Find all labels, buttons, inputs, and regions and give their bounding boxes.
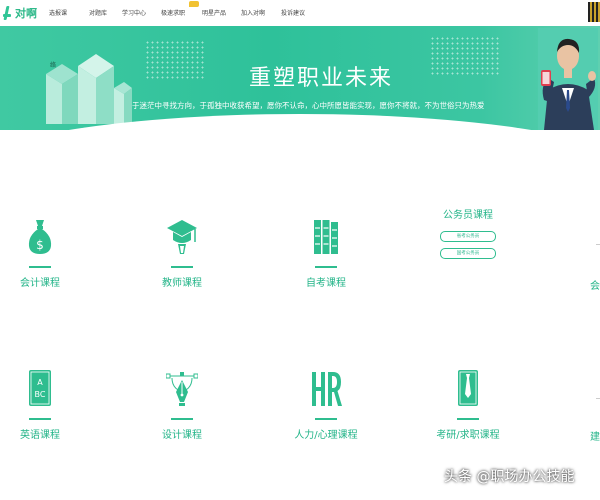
course-label: 英语课程 (20, 430, 60, 441)
svg-text:BC: BC (35, 390, 46, 399)
hr-icon (312, 372, 342, 406)
divider (29, 418, 51, 420)
banner-title: 重塑职业未来 (248, 66, 393, 91)
hot-badge (189, 1, 199, 7)
banner-subtitle: 于迷茫中寻找方向，于孤独中收获希望，愿你不认命，心中所愿皆能实现，愿你不将就，不… (132, 101, 485, 110)
hero-banner: 络 重塑职业未来 于迷茫中寻找方向，于孤独中收获希望，愿你不认命，心中所愿皆能实… (0, 26, 600, 130)
course-design[interactable]: 设计课程 (142, 368, 222, 441)
divider (171, 266, 193, 268)
money-bag-icon: $ (28, 220, 52, 254)
nav-item-learning-center[interactable]: 学习中心 (122, 8, 146, 17)
logo[interactable]: 对啊 (3, 3, 37, 23)
course-civil-service[interactable]: 公务员课程 省考公务员 国考公务员 (428, 206, 508, 259)
course-accounting[interactable]: $ 会计课程 (0, 216, 80, 289)
logo-icon (3, 5, 13, 21)
divider (457, 418, 479, 420)
edge-divider (596, 244, 600, 245)
nav-item-select-course[interactable]: 选报课 (49, 8, 67, 17)
pen-tool-icon (165, 372, 199, 406)
spokesperson-photo (538, 28, 598, 130)
logo-text: 对啊 (15, 7, 37, 20)
qr-code-icon[interactable] (588, 2, 600, 22)
course-label: 考研/求职课程 (436, 430, 500, 441)
nav-item-question-bank[interactable]: 对题库 (89, 8, 107, 17)
abc-book-icon: A BC (29, 370, 51, 406)
course-teacher[interactable]: 教师课程 (142, 216, 222, 289)
course-label: 设计课程 (162, 430, 202, 441)
tie-document-icon (458, 370, 478, 406)
graduation-cap-icon (167, 220, 197, 254)
course-postgrad[interactable]: 考研/求职课程 (428, 368, 508, 441)
divider (29, 266, 51, 268)
course-self-exam[interactable]: 自考课程 (286, 216, 366, 289)
divider (315, 418, 337, 420)
course-label: 会计课程 (20, 278, 60, 289)
course-label: 自考课程 (306, 278, 346, 289)
course-english[interactable]: A BC 英语课程 (0, 368, 80, 441)
svg-text:$: $ (36, 238, 44, 252)
course-hr[interactable]: 人力/心理课程 (286, 368, 366, 441)
course-label: 教师课程 (162, 278, 202, 289)
course-cutoff-label[interactable]: 建 (590, 428, 600, 443)
edge-divider (596, 398, 600, 399)
divider (171, 418, 193, 420)
course-civil-title: 公务员课程 (443, 210, 493, 221)
nav-item-feedback[interactable]: 投诉建议 (281, 8, 305, 17)
books-icon (314, 220, 338, 254)
nav-item-star-products[interactable]: 明星产品 (202, 8, 226, 17)
provincial-exam-button[interactable]: 省考公务员 (440, 231, 496, 242)
national-exam-button[interactable]: 国考公务员 (440, 248, 496, 259)
top-nav: 对啊 选报课 对题库 学习中心 极速求职 明星产品 加入对啊 投诉建议 (0, 0, 600, 27)
course-cutoff-label[interactable]: 会 (590, 277, 600, 292)
svg-text:A: A (37, 378, 43, 387)
nav-item-job-search[interactable]: 极速求职 (161, 8, 185, 17)
source-watermark: 头条 @职场办公技能 (444, 469, 575, 485)
nav-item-join-us[interactable]: 加入对啊 (241, 8, 265, 17)
divider (315, 266, 337, 268)
course-label: 人力/心理课程 (294, 430, 358, 441)
